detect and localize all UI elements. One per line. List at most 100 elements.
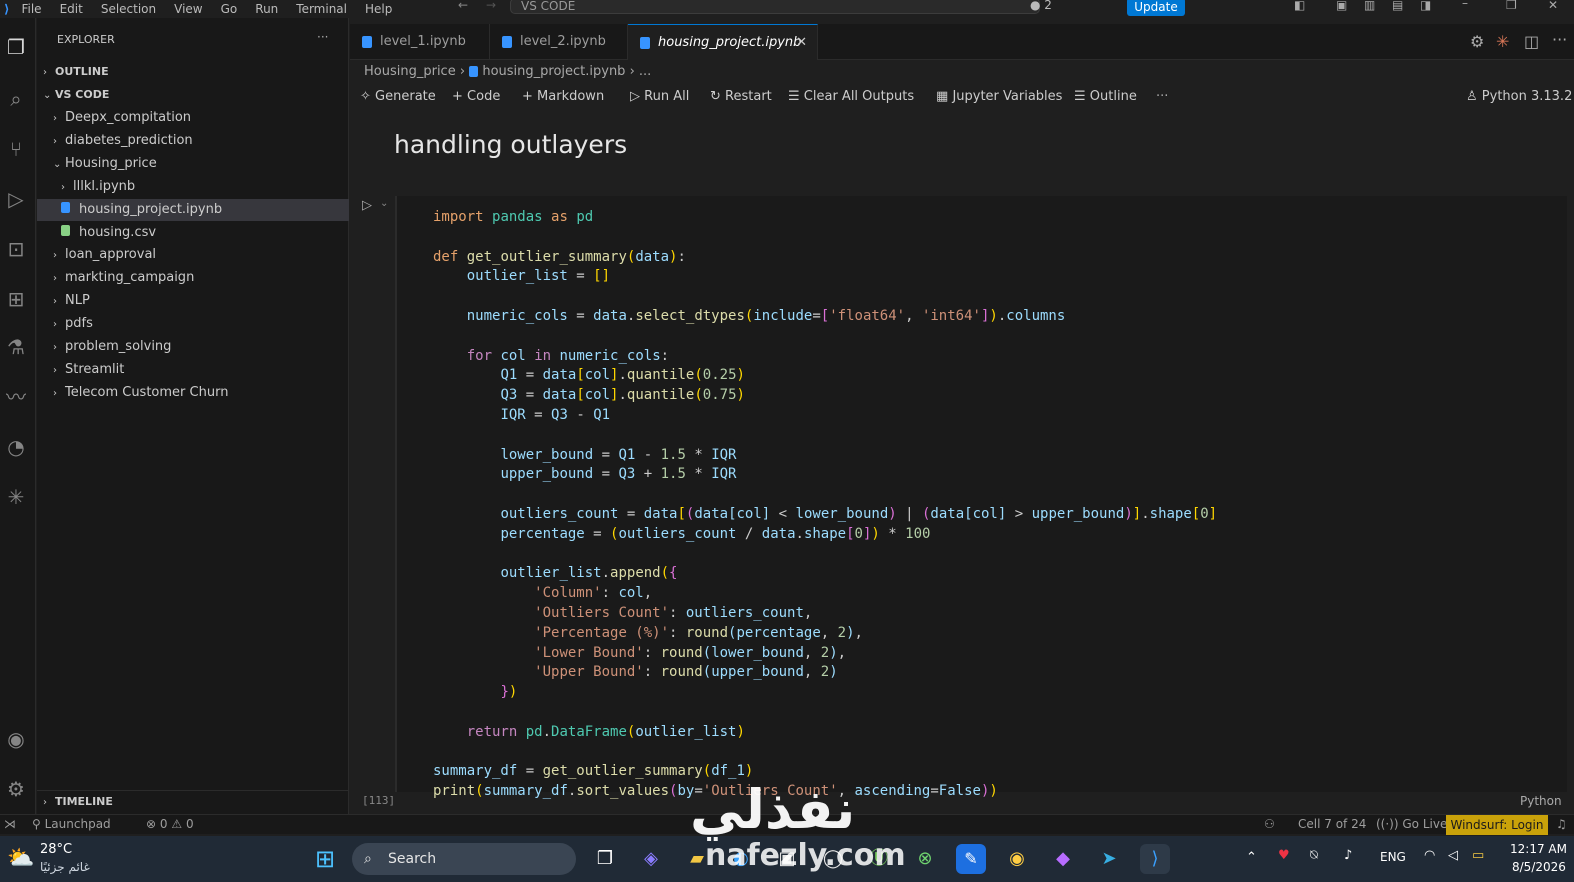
breadcrumb-folder[interactable]: Housing_price (364, 64, 456, 79)
taskbar-search[interactable]: ⌕ Search (352, 843, 576, 875)
clear-outputs-button[interactable]: ☰ Clear All Outputs (788, 86, 914, 108)
run-debug-icon[interactable]: ▷ (3, 186, 29, 212)
tree-item[interactable]: › pdfs (37, 313, 349, 335)
telegram-icon[interactable]: ➤ (1094, 844, 1124, 874)
forward-arrow-icon[interactable]: → (486, 0, 496, 12)
kernel-picker[interactable]: ♙ Python 3.13.2 (1466, 86, 1572, 108)
accounts-icon[interactable]: ◉ (3, 726, 29, 752)
explorer-more-icon[interactable]: ··· (317, 30, 328, 44)
tree-item[interactable]: › problem_solving (37, 336, 349, 358)
menu-item-file[interactable]: File (21, 2, 41, 16)
explorer-icon[interactable]: ❐ (3, 34, 29, 60)
claude-code-icon[interactable]: ✳ (1496, 32, 1509, 51)
copilot-app-icon[interactable]: ◈ (636, 844, 666, 874)
tree-item[interactable]: › Telecom Customer Churn (37, 382, 349, 404)
office-icon[interactable]: ◆ (1048, 844, 1078, 874)
outline-section[interactable]: › OUTLINE (37, 61, 349, 83)
chevron-down-icon[interactable]: ⌄ (380, 198, 388, 209)
clock-date[interactable]: 8/5/2026 (1512, 860, 1566, 874)
xbox-icon[interactable]: ⊗ (910, 844, 940, 874)
split-editor-icon[interactable]: ◫ (1524, 32, 1539, 51)
notifications-bell-icon[interactable]: ♫ (1556, 815, 1567, 833)
run-all-button[interactable]: ▷ Run All (630, 86, 689, 108)
tree-item[interactable]: › lllkl.ipynb (37, 176, 349, 198)
layout-icon[interactable]: ◧ (1294, 0, 1305, 12)
go-live-item[interactable]: ((·)) Go Live (1376, 815, 1447, 833)
chevron-up-icon[interactable]: ⌃ (1246, 850, 1257, 865)
menu-item-selection[interactable]: Selection (101, 2, 156, 16)
tree-item[interactable]: › Streamlit (37, 359, 349, 381)
testing-icon[interactable]: ⚗ (3, 334, 29, 360)
remote-icon[interactable]: ⋊ (4, 815, 16, 833)
code-cell[interactable]: import pandas as pd def get_outlier_summ… (395, 196, 1567, 799)
code-content[interactable]: import pandas as pd def get_outlier_summ… (433, 208, 1217, 802)
manage-gear-icon[interactable]: ⚙ (3, 776, 29, 802)
tree-item[interactable]: › loan_approval (37, 244, 349, 266)
jupyter-variables-button[interactable]: ▦ Jupyter Variables (936, 86, 1062, 108)
tab-level-1[interactable]: level_1.ipynb (350, 24, 490, 60)
sidebar-toggle-icon[interactable]: ▥ (1364, 0, 1375, 12)
menu-item-help[interactable]: Help (365, 2, 392, 16)
workspace-section[interactable]: ⌄ VS CODE (37, 84, 349, 106)
tree-item[interactable]: › NLP (37, 290, 349, 312)
restore-icon[interactable]: ❐ (1506, 0, 1517, 12)
more-actions-icon[interactable]: ··· (1552, 30, 1567, 49)
restart-button[interactable]: ↻ Restart (710, 86, 772, 108)
menu-item-view[interactable]: View (174, 2, 202, 16)
wifi-icon[interactable]: ◠ (1424, 848, 1435, 863)
cell-position[interactable]: Cell 7 of 24 (1298, 815, 1366, 833)
tree-item[interactable]: › diabetes_prediction (37, 130, 349, 152)
secondary-sidebar-icon[interactable]: ◨ (1420, 0, 1431, 12)
windsurf-icon[interactable]: 〰 (3, 384, 29, 410)
panel-icon[interactable]: ▣ (1336, 0, 1347, 12)
tab-level-2[interactable]: level_2.ipynb (490, 24, 628, 60)
generate-button[interactable]: ✧ Generate (360, 86, 436, 108)
source-control-icon[interactable]: ⑂ (3, 136, 29, 162)
command-center[interactable]: VS CODE (510, 0, 1040, 14)
cell-language[interactable]: Python (1520, 794, 1562, 808)
windows-start-icon[interactable]: ⊞ (310, 844, 340, 874)
extensions-icon[interactable]: ⊞ (3, 286, 29, 312)
tray-app-icon[interactable]: ♥ (1278, 848, 1290, 863)
menu-item-edit[interactable]: Edit (60, 2, 83, 16)
whiteboard-icon[interactable]: ✎ (956, 844, 986, 874)
microphone-icon[interactable]: ♪ (1344, 848, 1352, 863)
tree-item[interactable]: › markting_campaign (37, 267, 349, 289)
tree-item[interactable]: housing.csv (37, 222, 349, 244)
vscode-taskbar-icon[interactable]: ⟩ (1140, 844, 1170, 874)
claude-icon[interactable]: ✳ (3, 484, 29, 510)
weather-icon[interactable]: ⛅ (6, 844, 36, 874)
run-cell-icon[interactable]: ▷ (362, 198, 372, 213)
menu-item-run[interactable]: Run (255, 2, 278, 16)
volume-icon[interactable]: ◁ (1448, 848, 1458, 863)
add-markdown-button[interactable]: + Markdown (522, 86, 604, 108)
problems-item[interactable]: ⊗ 0 ⚠ 0 (146, 815, 194, 833)
close-window-icon[interactable]: ✕ (1548, 0, 1558, 12)
toolbar-more-icon[interactable]: ··· (1156, 86, 1168, 108)
tab-housing-project[interactable]: housing_project.ipynb ✕ (628, 24, 818, 60)
panel-toggle-icon[interactable]: ▤ (1392, 0, 1403, 12)
remote-explorer-icon[interactable]: ⊡ (3, 236, 29, 262)
timeline-history-icon[interactable]: ◔ (3, 434, 29, 460)
back-arrow-icon[interactable]: ← (458, 0, 468, 12)
timeline-section[interactable]: › TIMELINE (37, 790, 349, 812)
breadcrumb-more[interactable]: ... (639, 64, 651, 79)
search-icon[interactable]: ⌕ (3, 86, 29, 112)
battery-icon[interactable]: ▭ (1472, 848, 1484, 863)
copilot-status-icon[interactable]: ⚇ (1264, 815, 1275, 833)
chrome-icon[interactable]: ◉ (1002, 844, 1032, 874)
tree-item[interactable]: ⌄ Housing_price (37, 153, 349, 175)
settings-gear-icon[interactable]: ⚙ (1470, 32, 1484, 51)
tray-bell-off-icon[interactable]: ⍉ (1310, 848, 1318, 863)
tree-item[interactable]: › Deepx_compitation (37, 107, 349, 129)
copilot-badge[interactable]: ● 2 (1030, 0, 1052, 12)
outline-button[interactable]: ☰ Outline (1074, 86, 1137, 108)
task-view-icon[interactable]: ❐ (590, 844, 620, 874)
input-language[interactable]: ENG (1380, 850, 1406, 864)
tree-item[interactable]: housing_project.ipynb (37, 198, 349, 221)
close-tab-icon[interactable]: ✕ (796, 25, 807, 61)
menu-item-go[interactable]: Go (221, 2, 238, 16)
add-code-button[interactable]: + Code (452, 86, 500, 108)
update-button[interactable]: Update (1127, 0, 1185, 16)
clock-time[interactable]: 12:17 AM (1510, 842, 1567, 856)
